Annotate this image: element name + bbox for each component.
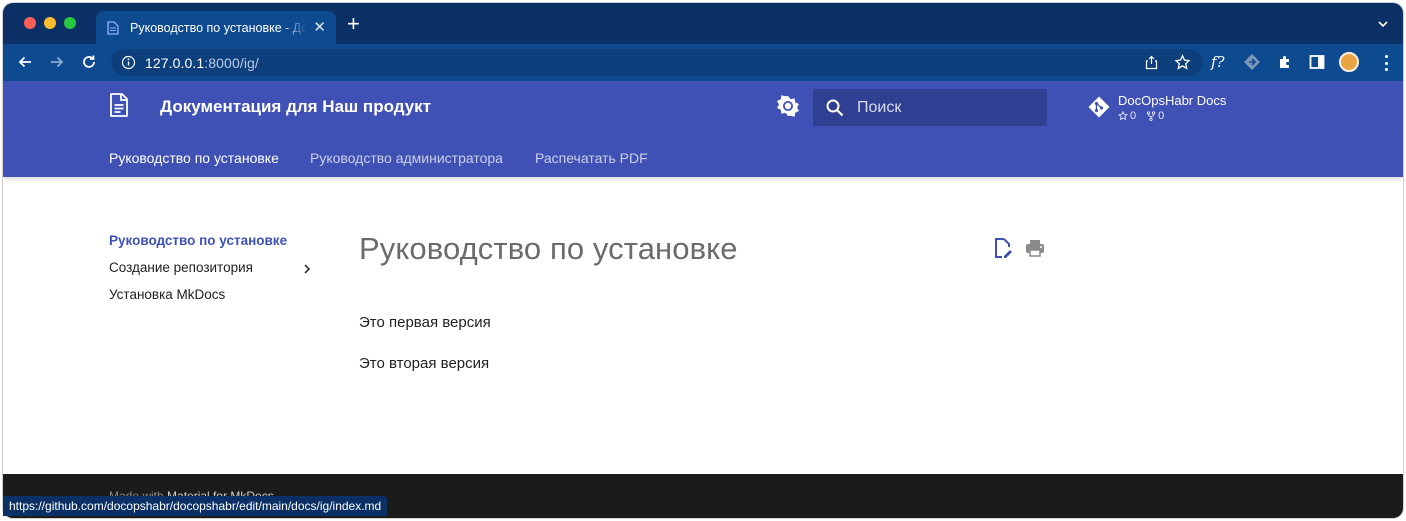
repo-facts: 0 0 xyxy=(1118,110,1164,122)
search-icon xyxy=(825,98,845,118)
repo-name: DocOpsHabr Docs xyxy=(1118,93,1227,108)
maximize-window-button[interactable] xyxy=(64,17,76,29)
share-icon[interactable] xyxy=(1144,55,1159,70)
paragraph: Это первая версия xyxy=(359,314,491,331)
site-logo-icon[interactable] xyxy=(109,93,129,117)
print-icon[interactable] xyxy=(1024,237,1046,259)
url-text: 127.0.0.1:8000/ig/ xyxy=(145,55,259,71)
tab-admin-guide[interactable]: Руководство администратора xyxy=(310,150,503,166)
browser-tab[interactable]: Руководство по установке - Документация … xyxy=(96,11,336,44)
tab-strip: Руководство по установке - Документация … xyxy=(3,3,1403,44)
document-icon xyxy=(106,20,120,35)
chevron-down-icon[interactable] xyxy=(1377,17,1389,29)
star-count: 0 xyxy=(1130,110,1137,122)
page-title: Руководство по установке xyxy=(359,231,738,266)
puzzle-extensions-icon[interactable] xyxy=(1276,53,1294,71)
browser-toolbar: 127.0.0.1:8000/ig/ f? xyxy=(3,44,1403,81)
extension-f-icon[interactable]: f? xyxy=(1211,53,1225,71)
edit-page-icon[interactable] xyxy=(992,237,1014,259)
close-window-button[interactable] xyxy=(24,17,36,29)
tab-print-pdf[interactable]: Распечатать PDF xyxy=(535,150,648,166)
site-header: Документация для Наш продукт Поиск DocOp… xyxy=(3,81,1403,130)
browser-window: Руководство по установке - Документация … xyxy=(3,3,1403,518)
side-panel-icon[interactable] xyxy=(1308,53,1326,71)
nav-title[interactable]: Руководство по установке xyxy=(109,233,287,248)
fork-icon xyxy=(1146,111,1156,121)
diamond-extension-icon[interactable] xyxy=(1243,53,1261,71)
nav-item-create-repo[interactable]: Создание репозитория xyxy=(109,260,253,275)
profile-avatar[interactable] xyxy=(1339,52,1359,72)
status-bar-url: https://github.com/docopshabr/docopshabr… xyxy=(3,496,388,516)
reload-icon[interactable] xyxy=(80,53,98,71)
star-icon xyxy=(1118,111,1128,121)
minimize-window-button[interactable] xyxy=(44,17,56,29)
search-input[interactable]: Поиск xyxy=(813,89,1047,126)
back-arrow-icon[interactable] xyxy=(16,53,34,71)
close-tab-icon[interactable]: ✕ xyxy=(313,20,326,35)
chevron-right-icon[interactable] xyxy=(301,262,313,274)
bookmark-star-icon[interactable] xyxy=(1174,54,1191,71)
new-tab-button[interactable]: + xyxy=(347,13,360,35)
theme-toggle-icon[interactable] xyxy=(777,95,799,117)
nav-item-install-mkdocs[interactable]: Установка MkDocs xyxy=(109,287,225,302)
git-icon xyxy=(1088,96,1110,118)
section-tabs: Руководство по установке Руководство адм… xyxy=(3,130,1403,177)
site-title[interactable]: Документация для Наш продукт xyxy=(160,97,431,117)
paragraph: Это вторая версия xyxy=(359,355,490,372)
tab-installation-guide[interactable]: Руководство по установке xyxy=(109,150,279,166)
forward-arrow-icon[interactable] xyxy=(48,53,66,71)
tab-title: Руководство по установке - Документация … xyxy=(130,20,308,35)
site-info-icon[interactable] xyxy=(121,55,136,70)
search-placeholder: Поиск xyxy=(857,99,902,116)
browser-menu-icon[interactable] xyxy=(1385,55,1389,71)
address-bar[interactable]: 127.0.0.1:8000/ig/ xyxy=(111,49,1203,76)
fork-count: 0 xyxy=(1158,110,1165,122)
